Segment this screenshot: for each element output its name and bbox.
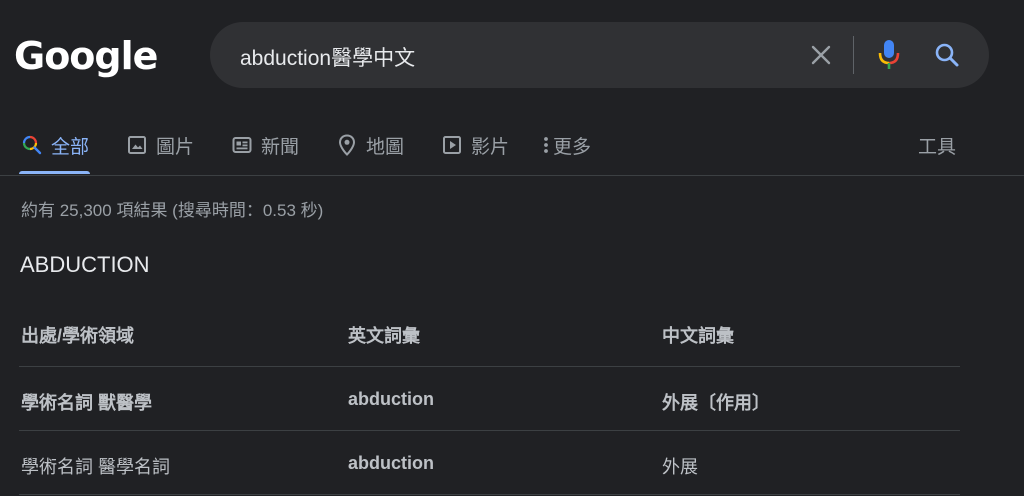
- more-vert-icon: [541, 134, 551, 156]
- search-tabs: 全部 圖片 新聞 地圖 影片 更多 工具: [0, 120, 1024, 175]
- active-tab-indicator: [19, 171, 90, 174]
- close-icon[interactable]: [806, 40, 836, 70]
- tab-maps[interactable]: 地圖: [336, 130, 404, 160]
- table-row: 學術名詞 醫學名詞 abduction 外展: [19, 431, 960, 495]
- search-icon: [21, 134, 43, 156]
- news-icon: [231, 134, 253, 156]
- table-row: 學術名詞 獸醫學 abduction 外展〔作用〕: [19, 367, 960, 431]
- table-cell-source: 學術名詞 獸醫學: [21, 393, 153, 413]
- search-divider: [853, 36, 854, 74]
- table-cell-chinese: 外展〔作用〕: [662, 393, 770, 413]
- result-table: 出處/學術領域 英文詞彙 中文詞彙 學術名詞 獸醫學 abduction 外展〔…: [19, 300, 960, 495]
- column-header: 出處/學術領域: [21, 326, 135, 346]
- microphone-icon[interactable]: [874, 38, 904, 72]
- tab-images[interactable]: 圖片: [126, 130, 194, 160]
- column-header: 英文詞彙: [348, 326, 420, 346]
- play-icon: [441, 134, 463, 156]
- tab-label: 圖片: [156, 136, 195, 158]
- tab-more[interactable]: 更多: [541, 130, 591, 160]
- tab-label: 更多: [553, 136, 592, 158]
- search-box[interactable]: abduction醫學中文: [210, 22, 989, 88]
- column-header: 中文詞彙: [662, 326, 734, 346]
- table-cell-english: abduction: [348, 389, 434, 409]
- result-heading: ABDUCTION: [20, 252, 150, 277]
- tools-label: 工具: [918, 136, 957, 158]
- tab-label: 影片: [471, 136, 510, 158]
- tabs-divider: [0, 175, 1024, 176]
- table-cell-chinese: 外展: [662, 457, 698, 477]
- search-icon[interactable]: [932, 40, 962, 70]
- map-pin-icon: [336, 134, 358, 156]
- table-cell-english: abduction: [348, 453, 434, 473]
- tab-label: 全部: [51, 136, 90, 158]
- tools-button[interactable]: 工具: [918, 130, 956, 160]
- result-stats: 約有 25,300 項結果 (搜尋時間：0.53 秒): [21, 201, 324, 220]
- tab-news[interactable]: 新聞: [231, 130, 299, 160]
- tab-label: 新聞: [261, 136, 300, 158]
- search-input[interactable]: abduction醫學中文: [240, 42, 415, 72]
- tab-all[interactable]: 全部: [21, 130, 89, 160]
- google-logo[interactable]: Google: [14, 34, 158, 78]
- tab-videos[interactable]: 影片: [441, 130, 509, 160]
- table-cell-source: 學術名詞 醫學名詞: [21, 457, 171, 477]
- image-icon: [126, 134, 148, 156]
- table-header-row: 出處/學術領域 英文詞彙 中文詞彙: [19, 300, 960, 367]
- tab-label: 地圖: [366, 136, 405, 158]
